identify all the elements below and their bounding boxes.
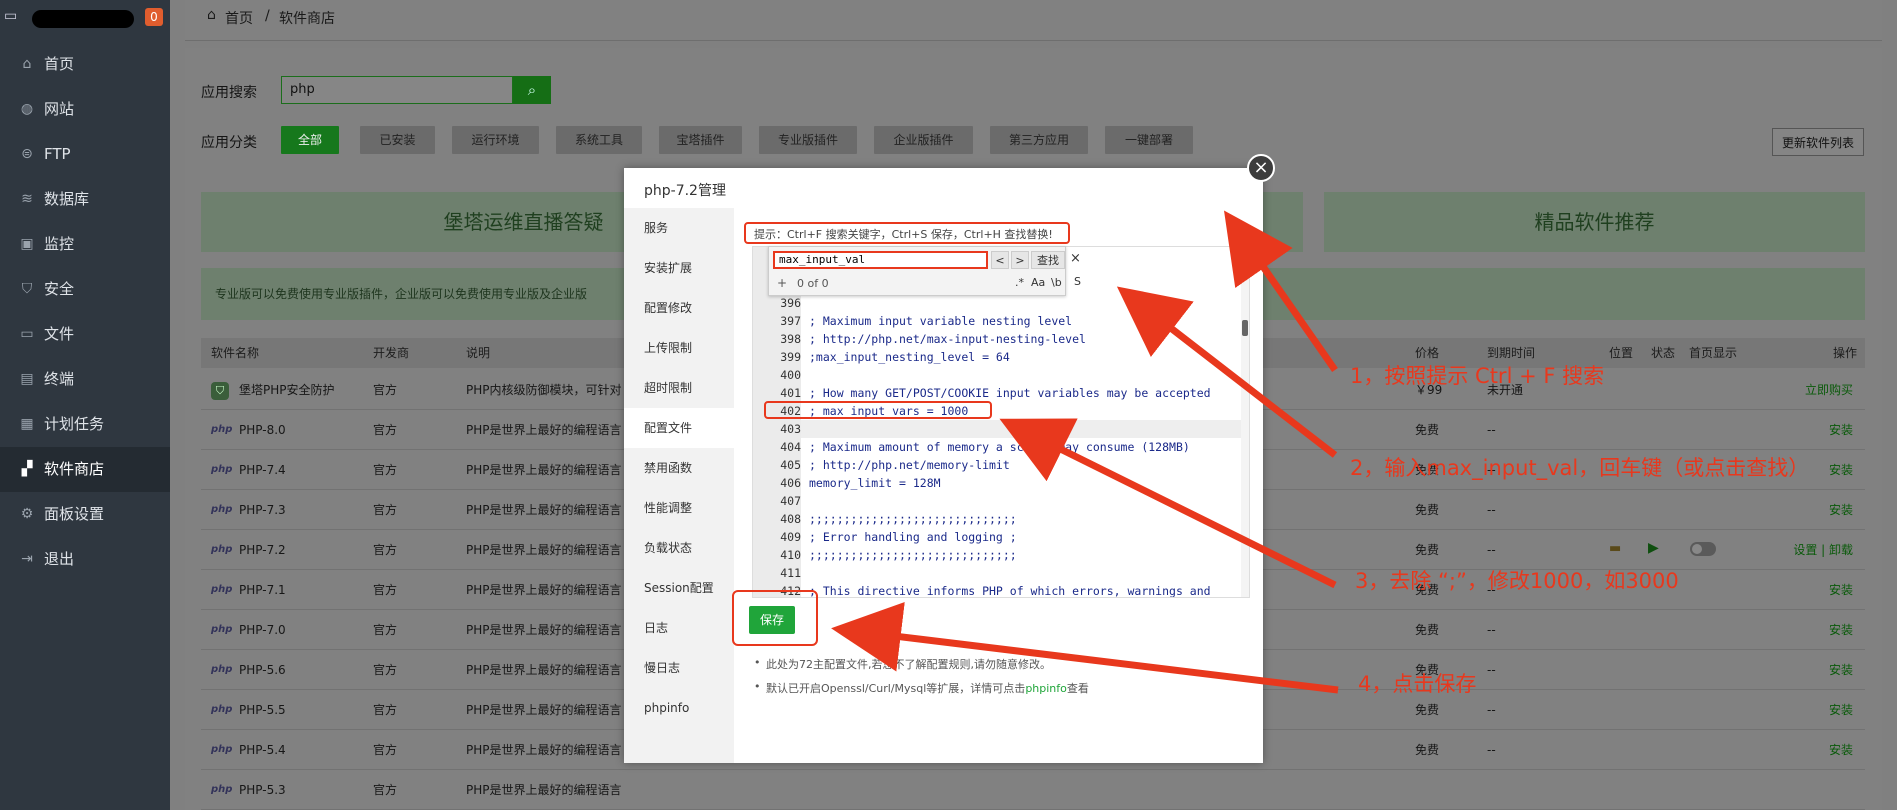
- arrow-4: [831, 602, 1339, 694]
- annotation-step-4: 4，点击保存: [1358, 672, 1477, 696]
- arrow-3: [999, 418, 1337, 589]
- annotation-step-1: 1，按照提示 Ctrl + F 搜索: [1350, 364, 1605, 388]
- annotation-step-2: 2，输入max_input_val，回车键（或点击查找）: [1350, 456, 1810, 480]
- arrow-1: [1224, 210, 1338, 372]
- annotation-arrows: [831, 210, 1339, 694]
- annotation-step-3: 3，去除 “;”，修改1000，如3000: [1355, 569, 1679, 593]
- arrow-2: [1116, 286, 1338, 458]
